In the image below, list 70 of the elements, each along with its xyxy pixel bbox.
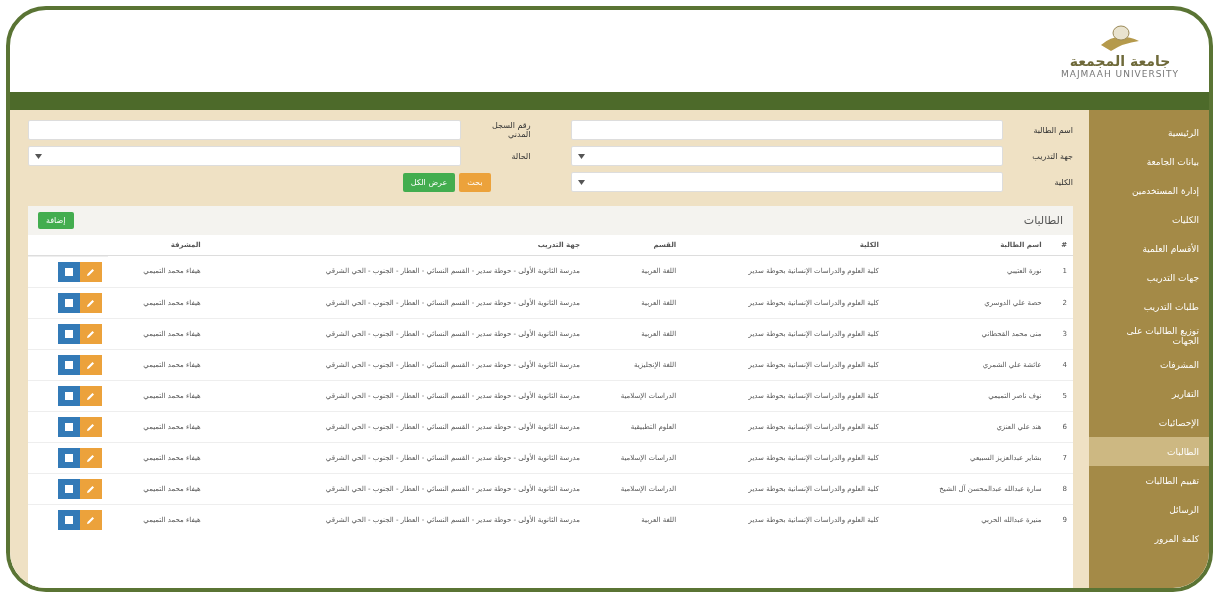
sidebar-item[interactable]: الرئيسية xyxy=(1089,118,1209,147)
logo-subtext: MAJMAAH UNIVERSITY xyxy=(1061,69,1179,79)
dropdown-field[interactable] xyxy=(28,146,461,166)
pencil-icon xyxy=(86,515,96,525)
delete-button[interactable] xyxy=(57,324,80,344)
sidebar-item[interactable]: كلمة المرور xyxy=(1089,524,1209,553)
sidebar-item[interactable]: تقييم الطالبات xyxy=(1089,466,1209,495)
pencil-icon xyxy=(86,329,96,339)
delete-button[interactable] xyxy=(57,262,80,282)
caret-icon xyxy=(577,179,585,185)
delete-button[interactable] xyxy=(57,510,80,530)
edit-button[interactable] xyxy=(79,355,102,375)
sidebar-item[interactable]: طلبات التدريب xyxy=(1089,292,1209,321)
edit-button[interactable] xyxy=(79,448,102,468)
square-icon xyxy=(64,299,73,307)
square-icon xyxy=(64,454,73,462)
pencil-icon xyxy=(86,422,96,432)
delete-button[interactable] xyxy=(57,293,80,313)
sidebar-item[interactable]: الطالبات xyxy=(1089,437,1209,466)
edit-button[interactable] xyxy=(79,324,102,344)
square-icon xyxy=(64,330,73,338)
pencil-icon xyxy=(86,267,96,277)
logo-text: جامعة المجمعة xyxy=(1069,53,1171,69)
delete-button[interactable] xyxy=(57,355,80,375)
square-icon xyxy=(64,268,73,276)
pencil-icon xyxy=(86,298,96,308)
filter-label: اسم الطالبة xyxy=(1032,125,1073,135)
filter-label: الكلية xyxy=(1053,177,1073,187)
square-icon xyxy=(64,423,73,431)
panel-title: الطالبات xyxy=(1023,214,1063,227)
delete-button[interactable] xyxy=(57,479,80,499)
input-field[interactable] xyxy=(28,120,461,140)
add-button[interactable]: إضافة xyxy=(38,212,74,229)
sidebar-item[interactable]: بيانات الجامعة xyxy=(1089,147,1209,176)
pencil-icon xyxy=(86,453,96,463)
filter-label: رقم السجل المدني xyxy=(490,121,531,139)
square-icon xyxy=(64,516,73,524)
search-button[interactable]: بحث xyxy=(459,172,491,192)
sidebar-item[interactable]: الكليات xyxy=(1089,205,1209,234)
pencil-icon xyxy=(86,391,96,401)
sidebar-item[interactable]: جهات التدريب xyxy=(1089,263,1209,292)
edit-button[interactable] xyxy=(79,386,102,406)
edit-button[interactable] xyxy=(79,417,102,437)
dropdown-field[interactable] xyxy=(570,172,1003,192)
sidebar-item[interactable]: المشرفات xyxy=(1089,350,1209,379)
square-icon xyxy=(64,485,73,493)
input-field[interactable] xyxy=(570,120,1003,140)
caret-icon xyxy=(577,153,585,159)
sidebar-item[interactable]: الإحصائيات xyxy=(1089,408,1209,437)
edit-button[interactable] xyxy=(79,262,102,282)
edit-button[interactable] xyxy=(79,479,102,499)
sidebar-item[interactable]: توزيع الطالبات على الجهات xyxy=(1089,321,1209,350)
edit-button[interactable] xyxy=(79,293,102,313)
pencil-icon xyxy=(86,360,96,370)
delete-button[interactable] xyxy=(57,448,80,468)
sidebar-item[interactable]: التقارير xyxy=(1089,379,1209,408)
dropdown-field[interactable] xyxy=(570,146,1003,166)
delete-button[interactable] xyxy=(57,386,80,406)
square-icon xyxy=(64,361,73,369)
caret-icon xyxy=(35,153,42,159)
sidebar-item[interactable]: إدارة المستخدمين xyxy=(1089,176,1209,205)
filter-label: جهة التدريب xyxy=(1031,151,1073,161)
filter-label: الحالة xyxy=(510,151,531,161)
delete-button[interactable] xyxy=(57,417,80,437)
sidebar-item[interactable]: الرسائل xyxy=(1089,495,1209,524)
pencil-icon xyxy=(86,484,96,494)
show-all-button[interactable]: عرض الكل xyxy=(402,172,456,192)
square-icon xyxy=(64,392,73,400)
edit-button[interactable] xyxy=(79,510,102,530)
sidebar-item[interactable]: الأقسام العلمية xyxy=(1089,234,1209,263)
